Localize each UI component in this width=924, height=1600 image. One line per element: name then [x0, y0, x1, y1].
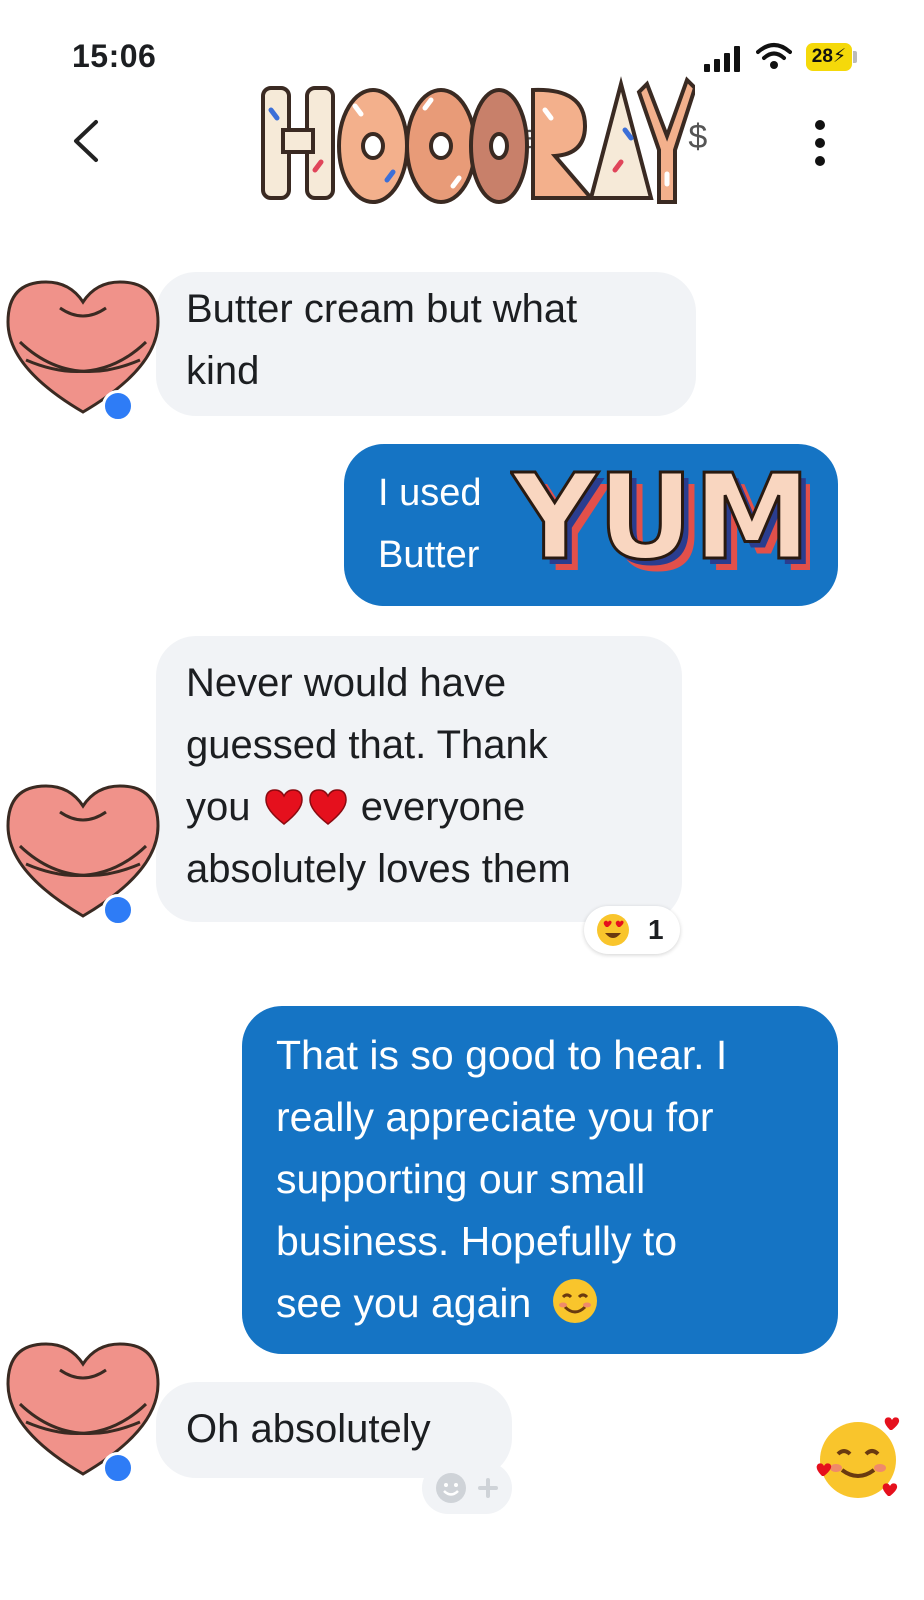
- message-line-with-emoji: you everyone: [186, 776, 682, 838]
- battery-indicator: 28⚡: [806, 43, 852, 71]
- red-heart-emoji: [308, 789, 347, 825]
- reaction-count: 1: [648, 914, 664, 945]
- add-reaction-icon[interactable]: [422, 1462, 512, 1514]
- message-line: really appreciate you for: [276, 1094, 714, 1140]
- charging-icon: ⚡: [832, 46, 847, 67]
- heart-eyes-emoji: [597, 914, 629, 946]
- hooray-sticker: [261, 76, 695, 204]
- wifi-icon: [756, 43, 792, 69]
- message-line: Never would have: [186, 661, 507, 705]
- message-line-with-emoji: see you again: [276, 1272, 838, 1334]
- message-line: guessed that. Thank: [186, 723, 548, 767]
- messenger-badge-icon: [102, 894, 134, 926]
- incoming-message[interactable]: Never would have guessed that. Thank you…: [156, 636, 682, 922]
- heart-hug-avatar[interactable]: [0, 1334, 166, 1484]
- heart-hug-avatar[interactable]: [0, 272, 166, 422]
- messenger-badge-icon: [102, 390, 134, 422]
- status-time: 15:06: [72, 38, 157, 74]
- add-reaction-glyph: [436, 1473, 498, 1503]
- messenger-badge-icon: [102, 1452, 134, 1484]
- message-line: supporting our small: [276, 1156, 646, 1202]
- message-text: you: [186, 785, 251, 829]
- heart-hug-avatar[interactable]: [0, 776, 166, 926]
- battery-level: 28: [811, 46, 833, 67]
- message-line: Oh absolutely: [186, 1407, 431, 1451]
- message-line: absolutely loves them: [186, 847, 571, 891]
- message-line: kind: [186, 349, 260, 393]
- incoming-message[interactable]: Butter cream but what kind: [156, 272, 696, 416]
- more-vertical-icon[interactable]: [810, 120, 830, 166]
- smiling-face-with-hearts-emoji[interactable]: [812, 1416, 904, 1502]
- message-text: see you again: [276, 1280, 532, 1326]
- smiling-face-emoji: [552, 1279, 597, 1323]
- message-line: That is so good to hear. I: [276, 1032, 728, 1078]
- battery-nub: [853, 51, 857, 63]
- message-text: everyone: [360, 785, 526, 829]
- message-line: Butter cream but what: [186, 287, 578, 331]
- red-heart-emoji: [264, 789, 303, 825]
- outgoing-message[interactable]: That is so good to hear. I really apprec…: [242, 1006, 838, 1354]
- signal-icon: [704, 46, 744, 72]
- message-line: business. Hopefully to: [276, 1218, 678, 1264]
- yum-sticker: YUM YUM YUM: [510, 458, 810, 588]
- yum-sticker-text: YUM: [510, 458, 810, 586]
- chevron-left-icon[interactable]: [66, 116, 106, 166]
- reaction-badge[interactable]: 1: [584, 906, 680, 954]
